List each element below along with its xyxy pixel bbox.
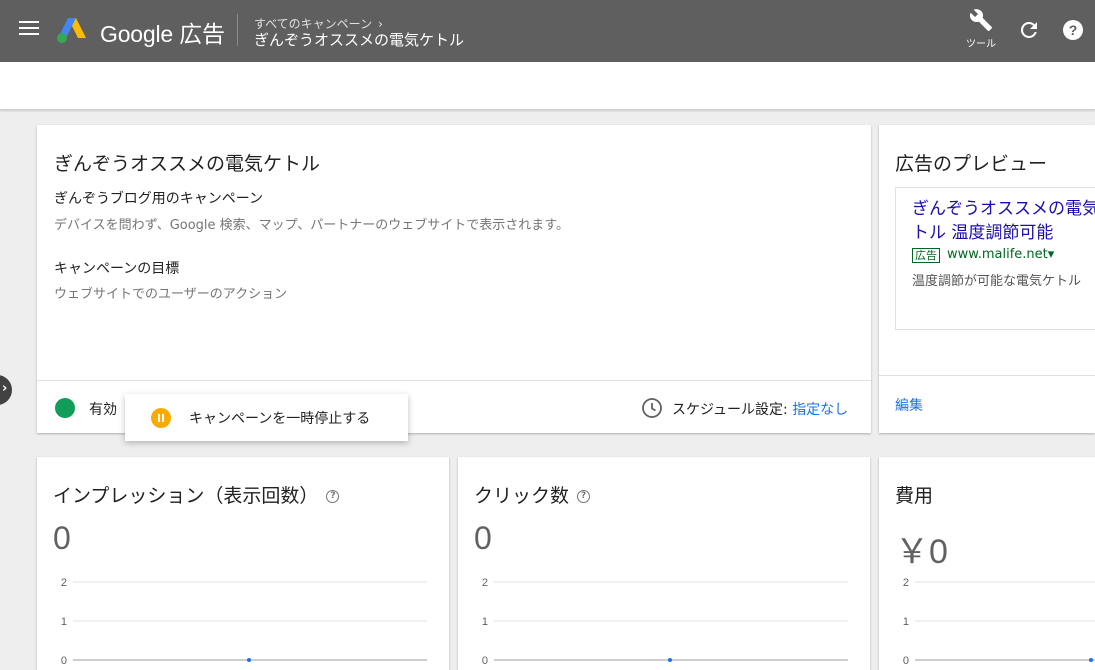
metric-value: 0	[474, 520, 492, 556]
cost-chart: 2 1 0	[903, 577, 1095, 667]
pause-campaign-menu-item[interactable]: キャンペーンを一時停止する	[125, 394, 408, 441]
edit-ad-link[interactable]: 編集	[895, 395, 923, 415]
campaign-goal-description: ウェブサイトでのユーザーのアクション	[54, 287, 288, 302]
metric-title: クリック数?	[474, 481, 591, 508]
ad-preview-box: ぎんぞうオススメの電気ケトル 温度調節可能 広告 www.malife.net▾…	[895, 187, 1095, 330]
ad-preview-title: 広告のプレビュー	[895, 153, 1048, 175]
ad-preview-card: 広告のプレビュー ぎんぞうオススメの電気ケトル 温度調節可能 広告 www.ma…	[879, 125, 1095, 433]
y-tick-label: 1	[482, 616, 488, 628]
tools-button[interactable]: ツール	[960, 8, 1002, 52]
y-tick-label: 1	[903, 616, 909, 628]
divider	[37, 380, 871, 381]
pause-campaign-label: キャンペーンを一時停止する	[189, 411, 371, 427]
chevron-right-icon: ›	[2, 381, 8, 396]
ad-description: 温度調節が可能な電気ケトル	[912, 274, 1082, 289]
tools-label: ツール	[966, 39, 996, 50]
y-tick-label: 0	[61, 655, 67, 667]
campaign-goal-heading: キャンペーンの目標	[54, 261, 180, 277]
wrench-icon	[969, 9, 992, 31]
clicks-chart: 2 1 0	[482, 577, 848, 667]
y-tick-label: 2	[482, 577, 488, 589]
clock-icon	[642, 398, 662, 418]
help-icon[interactable]: ?	[577, 490, 591, 503]
ad-display-url[interactable]: www.malife.net▾	[947, 247, 1054, 262]
metric-value: 0	[53, 520, 71, 556]
schedule-setting: スケジュール設定: 指定なし	[672, 399, 848, 419]
ad-headline[interactable]: ぎんぞうオススメの電気ケトル 温度調節可能	[912, 197, 1095, 245]
schedule-value-link[interactable]: 指定なし	[792, 402, 848, 418]
data-point[interactable]	[247, 658, 251, 662]
metric-title: 費用	[895, 481, 933, 508]
metric-card-clicks[interactable]: クリック数? 0 2 1 0	[458, 457, 870, 670]
data-point[interactable]	[1089, 658, 1093, 662]
status-label[interactable]: 有効	[89, 399, 117, 419]
metric-title-text: 費用	[895, 485, 934, 507]
google-ads-logo-text: Google 広告	[100, 21, 225, 47]
header-campaign-name[interactable]: ぎんぞうオススメの電気ケトル	[254, 29, 464, 50]
impressions-chart: 2 1 0	[61, 577, 427, 667]
header-divider	[237, 14, 238, 46]
divider	[879, 375, 1095, 376]
status-enabled-icon[interactable]	[55, 398, 75, 418]
expand-sidebar-button[interactable]: ›	[0, 375, 12, 405]
metric-title: インプレッション（表示回数）?	[53, 481, 340, 508]
y-tick-label: 0	[903, 655, 909, 667]
sub-toolbar	[0, 62, 1095, 110]
metric-title-text: インプレッション（表示回数）	[53, 485, 319, 507]
svg-text:?: ?	[1069, 22, 1078, 38]
menu-icon[interactable]	[19, 21, 39, 37]
google-ads-logo-icon	[57, 18, 86, 43]
campaign-type-description: デバイスを問わず、Google 検索、マップ、パートナーのウェブサイトで表示され…	[54, 218, 569, 233]
metric-card-impressions[interactable]: インプレッション（表示回数）? 0 2 1 0	[37, 457, 449, 670]
y-tick-label: 1	[61, 616, 67, 628]
campaign-summary-card: ぎんぞうオススメの電気ケトル ぎんぞうブログ用のキャンペーン デバイスを問わず、…	[37, 125, 871, 433]
campaign-type-heading: ぎんぞうブログ用のキャンペーン	[54, 191, 264, 207]
ad-badge: 広告	[912, 248, 940, 263]
pause-icon	[151, 408, 171, 428]
campaign-title: ぎんぞうオススメの電気ケトル	[54, 153, 321, 175]
help-icon[interactable]: ?	[326, 490, 340, 503]
y-tick-label: 2	[903, 577, 909, 589]
y-tick-label: 2	[61, 577, 67, 589]
metric-value: ￥0	[895, 533, 948, 571]
data-point[interactable]	[668, 658, 672, 662]
schedule-label: スケジュール設定:	[672, 402, 793, 418]
metric-card-cost[interactable]: 費用 ￥0 2 1 0	[879, 457, 1095, 670]
refresh-icon[interactable]	[1017, 18, 1041, 42]
top-app-bar: Google 広告 すべてのキャンペーン › ぎんぞうオススメの電気ケトル ツール…	[0, 0, 1095, 62]
metric-title-text: クリック数	[474, 485, 570, 507]
help-icon[interactable]: ?	[1061, 18, 1085, 42]
y-tick-label: 0	[482, 655, 488, 667]
